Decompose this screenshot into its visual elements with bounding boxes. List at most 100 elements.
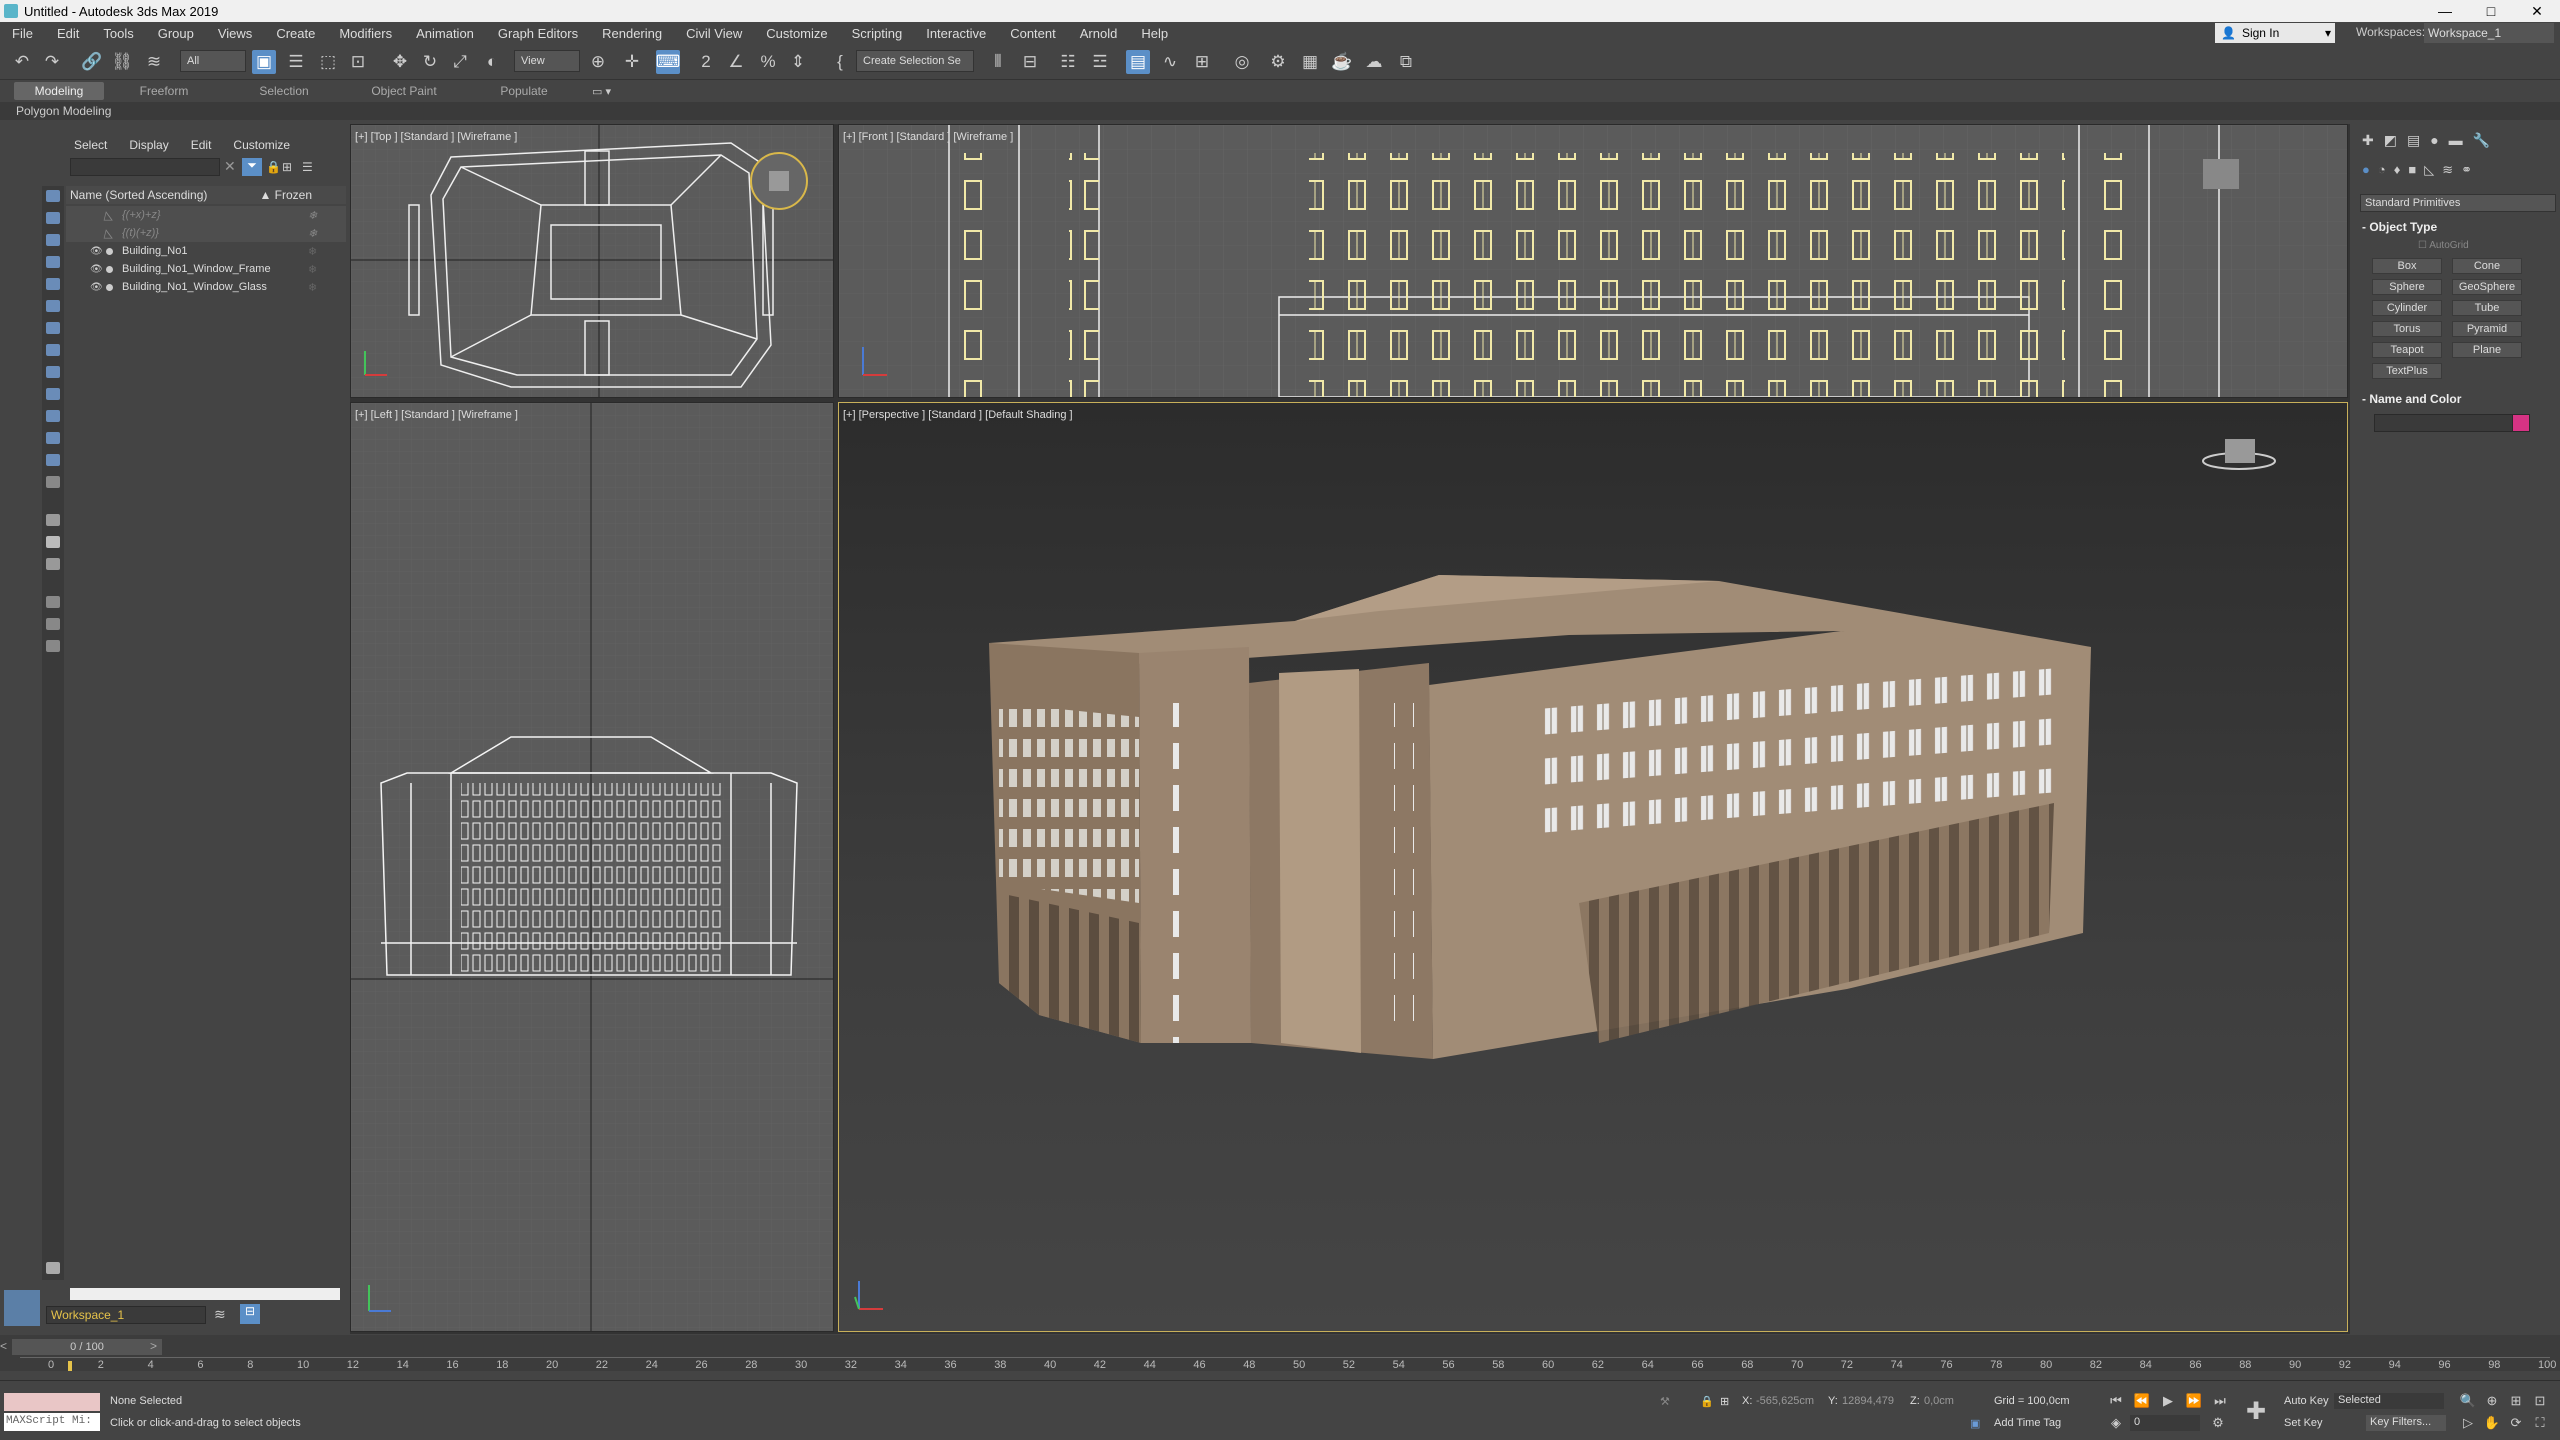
play-icon[interactable]: ▶ <box>2156 1393 2180 1413</box>
curve-editor-icon[interactable]: ∿ <box>1158 50 1182 74</box>
display-xrefs-icon[interactable] <box>46 366 60 378</box>
display-frozen-icon[interactable] <box>46 432 60 444</box>
tab-modeling[interactable]: Modeling <box>14 82 104 100</box>
display-shapes-icon[interactable] <box>46 234 60 246</box>
time-cursor[interactable] <box>68 1361 72 1371</box>
list-item[interactable]: 👁 Building_No1 ❄ <box>66 242 346 260</box>
menu-content[interactable]: Content <box>998 26 1068 41</box>
viewport-label[interactable]: [+] [Perspective ] [Standard ] [Default … <box>843 409 1073 421</box>
funnel-icon[interactable] <box>46 618 60 630</box>
tab-object-paint[interactable]: Object Paint <box>344 82 464 100</box>
sign-in-button[interactable]: 👤 Sign In ▾ <box>2215 23 2335 43</box>
viewport-perspective[interactable]: [+] [Perspective ] [Standard ] [Default … <box>838 402 2348 1332</box>
object-name-input[interactable] <box>2374 414 2514 432</box>
key-mode-icon[interactable]: ◈ <box>2104 1415 2128 1435</box>
menu-create[interactable]: Create <box>264 26 327 41</box>
maxscript-listener[interactable] <box>4 1393 100 1411</box>
maximize-button[interactable]: □ <box>2468 3 2514 20</box>
display-cameras-icon[interactable] <box>46 278 60 290</box>
edit-named-selection-icon[interactable]: { <box>828 50 852 74</box>
time-config-icon[interactable]: ⚙ <box>2206 1415 2230 1435</box>
key-selection-dropdown[interactable]: Selected <box>2334 1393 2444 1409</box>
scene-explorer-icon[interactable]: ☲ <box>1088 50 1112 74</box>
geometry-icon[interactable]: ● <box>2362 162 2370 186</box>
rect-selection-icon[interactable]: ⬚ <box>316 50 340 74</box>
maximize-viewport-icon[interactable]: ⛶ <box>2528 1415 2552 1435</box>
go-to-start-icon[interactable]: ⏮ <box>2104 1393 2128 1413</box>
teapot-button[interactable]: Teapot <box>2372 342 2442 358</box>
menu-animation[interactable]: Animation <box>404 26 486 41</box>
named-selection-set-dropdown[interactable]: Create Selection Se <box>856 50 974 72</box>
menu-edit[interactable]: Edit <box>45 26 91 41</box>
render-online-icon[interactable]: ⧉ <box>1394 50 1418 74</box>
explorer-tab-display[interactable]: Display <box>129 138 168 152</box>
window-crossing-icon[interactable]: ⊡ <box>346 50 370 74</box>
filter-icon[interactable]: ⏷ <box>242 158 262 176</box>
schematic-view-icon[interactable]: ⊞ <box>1190 50 1214 74</box>
name-color-rollout[interactable]: - Name and Color <box>2356 390 2556 408</box>
geosphere-button[interactable]: GeoSphere <box>2452 279 2522 295</box>
menu-customize[interactable]: Customize <box>754 26 839 41</box>
explorer-search-input[interactable] <box>70 158 220 176</box>
display-invert-icon[interactable] <box>46 536 60 548</box>
key-filters-button[interactable]: Key Filters... <box>2366 1415 2446 1431</box>
unlink-icon[interactable]: ⛓ <box>110 50 134 74</box>
z-coordinate-field[interactable]: 0,0cm <box>1924 1395 1954 1407</box>
hierarchy-tab-icon[interactable]: ▤ <box>2407 132 2420 150</box>
spacewarps-icon[interactable]: ≋ <box>2442 162 2453 186</box>
select-object-icon[interactable]: ▣ <box>252 50 276 74</box>
reference-coordinate-dropdown[interactable]: View <box>514 50 580 72</box>
lock-selection-icon[interactable]: 🔒 <box>1700 1395 1714 1408</box>
visibility-eye-icon[interactable]: 👁 <box>90 282 103 293</box>
frozen-icon[interactable]: ❄ <box>308 281 317 294</box>
frozen-icon[interactable]: ❄ <box>308 227 317 240</box>
display-children-icon[interactable] <box>46 558 60 570</box>
maxscript-input[interactable]: MAXScript Mi: <box>4 1413 100 1431</box>
display-hidden-icon[interactable] <box>46 454 60 466</box>
primitives-dropdown[interactable]: Standard Primitives <box>2360 194 2556 212</box>
list-item[interactable]: 👁 Building_No1_Window_Glass ❄ <box>66 278 346 296</box>
zoom-all-icon[interactable]: ⊕ <box>2480 1393 2504 1413</box>
explorer-scrollbar[interactable] <box>70 1288 340 1300</box>
layers-icon[interactable]: ≋ <box>214 1306 226 1323</box>
redo-icon[interactable]: ↷ <box>40 50 64 74</box>
shapes-icon[interactable]: ◔ <box>2378 162 2386 186</box>
cylinder-button[interactable]: Cylinder <box>2372 300 2442 316</box>
lock-icon[interactable]: 🔒 <box>266 160 281 174</box>
minimize-button[interactable]: — <box>2422 3 2468 20</box>
set-key-button[interactable]: Set Key <box>2284 1417 2323 1429</box>
prev-frame-arrow-icon[interactable]: < <box>0 1339 7 1353</box>
viewport-front[interactable]: [+] [Front ] [Standard ] [Wireframe ] <box>838 124 2348 398</box>
visibility-eye-icon[interactable]: 👁 <box>90 264 103 275</box>
menu-help[interactable]: Help <box>1129 26 1180 41</box>
isolate-icon[interactable]: ⚒ <box>1660 1395 1670 1408</box>
spinner-snap-icon[interactable]: ⇕ <box>786 50 810 74</box>
cameras-icon[interactable]: ■ <box>2408 162 2416 186</box>
menu-arnold[interactable]: Arnold <box>1068 26 1130 41</box>
set-key-large-icon[interactable]: ✚ <box>2244 1397 2268 1425</box>
filter-icon[interactable] <box>46 596 60 608</box>
clear-search-icon[interactable]: ✕ <box>224 158 236 175</box>
display-lights-icon[interactable] <box>46 256 60 268</box>
create-tab-icon[interactable]: ✚ <box>2362 132 2374 150</box>
menu-graph-editors[interactable]: Graph Editors <box>486 26 590 41</box>
place-icon[interactable]: ◐ <box>480 50 504 74</box>
angle-snap-icon[interactable]: ∠ <box>724 50 748 74</box>
menu-tools[interactable]: Tools <box>91 26 145 41</box>
box-button[interactable]: Box <box>2372 258 2442 274</box>
selection-filter-dropdown[interactable]: All <box>180 50 246 72</box>
tab-freeform[interactable]: Freeform <box>104 82 224 100</box>
auto-key-button[interactable]: Auto Key <box>2284 1395 2329 1407</box>
list-item[interactable]: ◺ {(+x)+z} ❄ <box>66 206 346 224</box>
scale-icon[interactable]: ⤢ <box>448 50 472 74</box>
menu-scripting[interactable]: Scripting <box>840 26 915 41</box>
time-tag-icon[interactable]: ▣ <box>1970 1417 1980 1430</box>
hierarchy-icon[interactable]: ⊞ <box>282 160 292 174</box>
rotate-icon[interactable]: ↻ <box>418 50 442 74</box>
display-bones-icon[interactable] <box>46 388 60 400</box>
viewport-layout-icon[interactable] <box>4 1290 40 1326</box>
visibility-eye-icon[interactable]: 👁 <box>90 246 103 257</box>
list-item[interactable]: 👁 Building_No1_Window_Frame ❄ <box>66 260 346 278</box>
menu-views[interactable]: Views <box>206 26 264 41</box>
column-name[interactable]: Name (Sorted Ascending) <box>70 188 207 202</box>
